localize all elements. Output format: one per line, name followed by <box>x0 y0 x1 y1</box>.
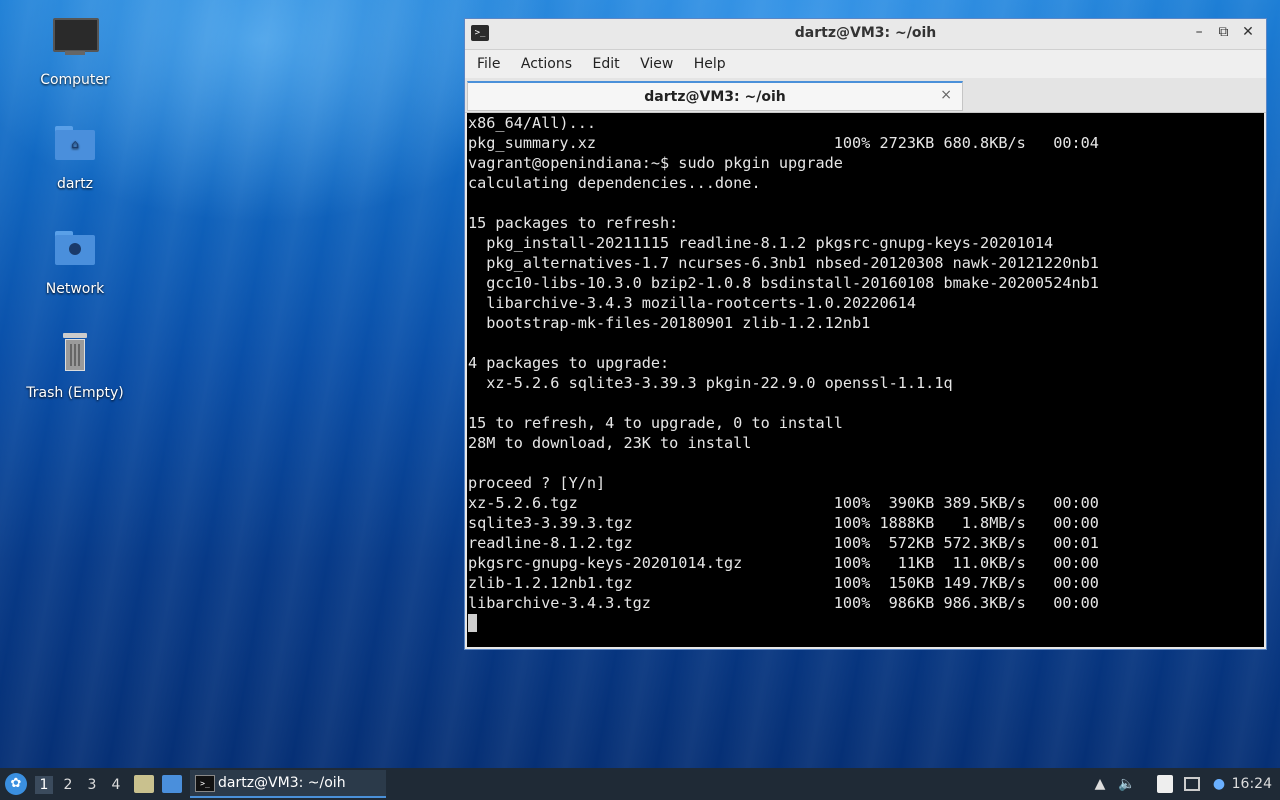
menu-actions[interactable]: Actions <box>513 50 580 72</box>
window-controls: – ⧉ ✕ <box>1189 24 1258 40</box>
menu-file[interactable]: File <box>469 50 508 72</box>
terminal-tab[interactable]: dartz@VM3: ~/oih × <box>467 81 963 111</box>
menu-edit[interactable]: Edit <box>584 50 627 72</box>
file-manager-icon[interactable] <box>134 775 154 793</box>
network-folder-icon <box>51 227 99 275</box>
task-label: dartz@VM3: ~/oih <box>218 775 346 791</box>
terminal-icon: >_ <box>195 775 215 792</box>
clipboard-icon[interactable] <box>1157 775 1173 793</box>
terminal-line: vagrant@openindiana:~$ sudo pkgin upgrad… <box>468 154 843 172</box>
workspace-3[interactable]: 3 <box>83 776 101 794</box>
terminal-cursor <box>468 614 477 632</box>
menu-view[interactable]: View <box>632 50 681 72</box>
taskbar-task-terminal[interactable]: >_ dartz@VM3: ~/oih <box>190 770 386 798</box>
workspace-4[interactable]: 4 <box>107 776 125 794</box>
taskbar: ✿ 1 2 3 4 >_ dartz@VM3: ~/oih ▲ 🔈 ● 16:2… <box>0 768 1280 800</box>
terminal-window[interactable]: >_ dartz@VM3: ~/oih – ⧉ ✕ File Actions E… <box>464 18 1267 650</box>
tray-arrow-icon[interactable]: ▲ <box>1091 775 1109 793</box>
terminal-line: readline-8.1.2.tgz 100% 572KB 572.3KB/s … <box>468 534 1099 552</box>
terminal-line: pkg_install-20211115 readline-8.1.2 pkgs… <box>468 234 1054 252</box>
terminal-output[interactable]: x86_64/All)... pkg_summary.xz 100% 2723KB… <box>467 113 1264 647</box>
start-menu-button[interactable]: ✿ <box>5 773 27 795</box>
volume-icon[interactable]: 🔈 <box>1118 775 1136 793</box>
tab-close-icon[interactable]: × <box>940 87 952 103</box>
terminal-line: xz-5.2.6.tgz 100% 390KB 389.5KB/s 00:00 <box>468 494 1099 512</box>
terminal-line: pkg_summary.xz 100% 2723KB 680.8KB/s 00:… <box>468 134 1099 152</box>
terminal-line: pkgsrc-gnupg-keys-20201014.tgz 100% 11KB… <box>468 554 1099 572</box>
terminal-line: sqlite3-3.39.3.tgz 100% 1888KB 1.8MB/s 0… <box>468 514 1099 532</box>
desktop-icon-label: Network <box>45 281 105 297</box>
trash-icon <box>51 331 99 379</box>
terminal-line: xz-5.2.6 sqlite3-3.39.3 pkgin-22.9.0 ope… <box>468 374 953 392</box>
terminal-line: proceed ? [Y/n] <box>468 474 606 492</box>
terminal-line: zlib-1.2.12nb1.tgz 100% 150KB 149.7KB/s … <box>468 574 1099 592</box>
home-folder-icon: ⌂ <box>51 122 99 170</box>
workspace-2[interactable]: 2 <box>59 776 77 794</box>
clock: 16:24 <box>1231 776 1272 792</box>
desktop-icon-home[interactable]: ⌂ dartz <box>20 122 130 192</box>
terminal-line: x86_64/All)... <box>468 114 597 132</box>
window-titlebar[interactable]: >_ dartz@VM3: ~/oih – ⧉ ✕ <box>465 19 1266 50</box>
desktop-icon-label: Trash (Empty) <box>26 385 124 401</box>
terminal-line: libarchive-3.4.3 mozilla-rootcerts-1.0.2… <box>468 294 917 312</box>
maximize-button[interactable]: ⧉ <box>1214 24 1234 40</box>
menu-help[interactable]: Help <box>686 50 734 72</box>
terminal-line: 15 packages to refresh: <box>468 214 679 232</box>
terminal-line: 28M to download, 23K to install <box>468 434 752 452</box>
desktop-icon-label: Computer <box>40 72 110 88</box>
desktop-icon-trash[interactable]: Trash (Empty) <box>20 331 130 401</box>
terminal-line: 4 packages to upgrade: <box>468 354 670 372</box>
terminal-prompt-line <box>468 613 1264 633</box>
tab-label: dartz@VM3: ~/oih <box>644 89 786 105</box>
desktop-icon-label: dartz <box>56 176 94 192</box>
desktop-icon-computer[interactable]: Computer <box>20 18 130 88</box>
computer-icon <box>51 18 99 66</box>
show-desktop-icon[interactable] <box>162 775 182 793</box>
terminal-line: bootstrap-mk-files-20180901 zlib-1.2.12n… <box>468 314 871 332</box>
notification-icon[interactable]: ● <box>1210 775 1228 793</box>
terminal-line: calculating dependencies...done. <box>468 174 761 192</box>
minimize-button[interactable]: – <box>1189 24 1209 40</box>
close-button[interactable]: ✕ <box>1238 24 1258 40</box>
tab-bar: dartz@VM3: ~/oih × <box>465 78 1266 113</box>
workspace-1[interactable]: 1 <box>35 776 53 794</box>
terminal-line: pkg_alternatives-1.7 ncurses-6.3nb1 nbse… <box>468 254 1099 272</box>
menu-bar: File Actions Edit View Help <box>465 50 1266 78</box>
window-title: dartz@VM3: ~/oih <box>794 25 937 41</box>
terminal-line: libarchive-3.4.3.tgz 100% 986KB 986.3KB/… <box>468 594 1099 612</box>
desktop-icon-network[interactable]: Network <box>20 227 130 297</box>
network-icon[interactable] <box>1184 777 1200 791</box>
terminal-line: gcc10-libs-10.3.0 bzip2-1.0.8 bsdinstall… <box>468 274 1099 292</box>
terminal-line: 15 to refresh, 4 to upgrade, 0 to instal… <box>468 414 843 432</box>
